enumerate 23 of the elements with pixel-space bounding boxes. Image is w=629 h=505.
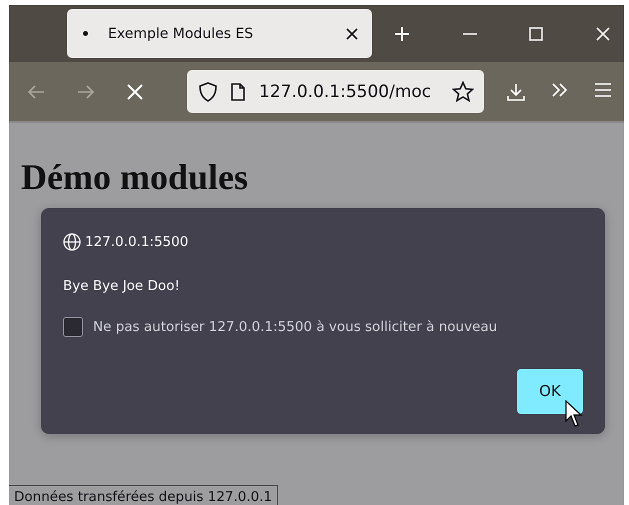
maximize-icon[interactable] bbox=[529, 26, 544, 40]
shield-icon[interactable] bbox=[199, 82, 217, 102]
ok-button[interactable]: OK bbox=[517, 368, 583, 414]
menu-icon[interactable] bbox=[595, 82, 611, 96]
address-bar[interactable]: 127.0.0.1:5500/moc bbox=[187, 70, 484, 113]
dialog-message: Bye Bye Joe Doo! bbox=[63, 278, 181, 294]
page-icon[interactable] bbox=[231, 82, 245, 100]
mouse-cursor-icon bbox=[565, 400, 583, 428]
close-icon[interactable] bbox=[346, 28, 358, 40]
star-icon[interactable] bbox=[452, 80, 474, 102]
chevrons-icon[interactable] bbox=[551, 82, 569, 96]
checkbox-label[interactable]: Ne pas autoriser 127.0.0.1:5500 à vous solliciter à nouveau bbox=[93, 318, 498, 335]
download-icon[interactable] bbox=[507, 82, 525, 100]
minimize-icon[interactable] bbox=[462, 32, 477, 34]
status-text: Données transférées depuis 127.0.0.1 bbox=[9, 485, 278, 505]
globe-icon bbox=[63, 232, 81, 251]
browser-tab[interactable]: Exemple Modules ES bbox=[67, 9, 372, 58]
loading-dot-icon bbox=[83, 31, 88, 36]
page-heading: Démo modules bbox=[21, 158, 249, 198]
stop-icon[interactable] bbox=[127, 84, 143, 100]
checkbox[interactable] bbox=[63, 316, 83, 337]
dialog-origin: 127.0.0.1:5500 bbox=[85, 234, 188, 250]
new-tab-icon[interactable] bbox=[394, 26, 410, 42]
